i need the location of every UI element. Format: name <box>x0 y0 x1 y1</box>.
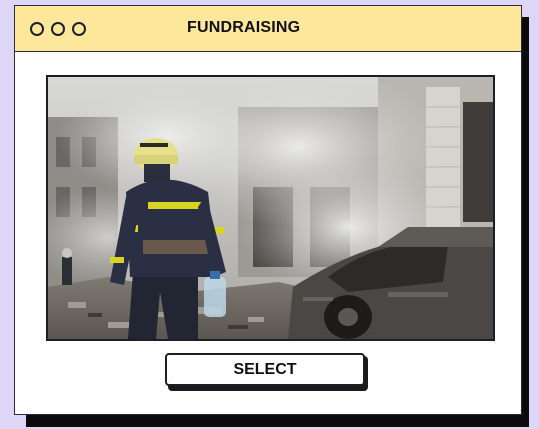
close-circle-icon[interactable] <box>30 22 44 36</box>
window-title: FUNDRAISING <box>187 19 301 36</box>
firefighter-photo <box>46 75 495 341</box>
window-titlebar: FUNDRAISING <box>15 6 521 52</box>
photo-illustration <box>48 77 493 339</box>
window-controls <box>30 22 86 36</box>
minimize-circle-icon[interactable] <box>51 22 65 36</box>
maximize-circle-icon[interactable] <box>72 22 86 36</box>
select-button[interactable]: SELECT <box>165 353 365 386</box>
